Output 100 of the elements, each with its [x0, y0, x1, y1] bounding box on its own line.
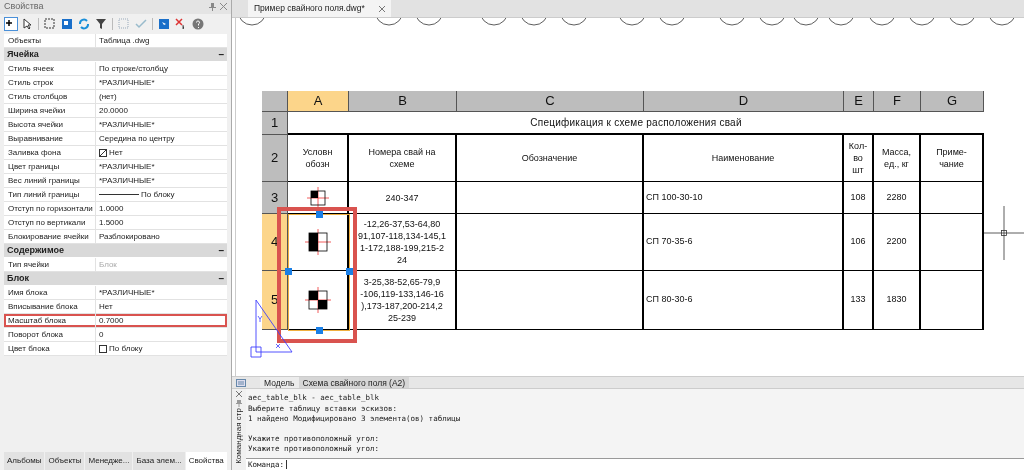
property-label: Выравнивание	[8, 132, 64, 145]
collapse-toggle[interactable]: –	[218, 49, 224, 60]
column-heading: Масса, ед., кг	[881, 146, 912, 170]
property-label: Стиль ячеек	[8, 62, 54, 75]
column-heading: Номера свай на схеме	[368, 146, 436, 170]
color-swatch	[99, 344, 107, 353]
refresh-icon[interactable]	[78, 18, 90, 30]
layout-tab[interactable]: Схема свайного поля (A2)	[298, 377, 410, 388]
panel-tab[interactable]: Свойства	[185, 452, 227, 470]
property-value[interactable]: 1.5000	[99, 216, 124, 229]
property-value[interactable]: 20.0000	[99, 104, 128, 117]
property-value[interactable]: 1.0000	[99, 202, 124, 215]
pin-icon[interactable]	[209, 3, 216, 11]
property-label: Вес линий границы	[8, 174, 80, 187]
property-value[interactable]: 0.7000	[99, 314, 124, 327]
document-tab[interactable]: Пример свайного поля.dwg*	[248, 0, 391, 17]
property-label: Заливка фона	[8, 146, 61, 159]
check-icon[interactable]	[135, 18, 147, 30]
pile-symbol-icon	[304, 229, 331, 255]
table-corner[interactable]	[262, 91, 288, 112]
panel-tab[interactable]: Менедже...	[85, 452, 133, 470]
column-header[interactable]: F	[874, 91, 921, 112]
property-label: Вписывание блока	[8, 300, 78, 313]
property-value[interactable]: *РАЗЛИЧНЫЕ*	[99, 118, 155, 131]
pile-symbol-icon	[304, 287, 331, 313]
property-value[interactable]: Нет	[99, 300, 113, 313]
grip-handle[interactable]	[285, 268, 292, 275]
close-icon[interactable]	[220, 3, 227, 10]
deselect-icon[interactable]	[175, 18, 187, 30]
section-header: Содержимое	[7, 243, 64, 257]
property-label: Цвет границы	[8, 160, 60, 173]
pile-count: 106	[850, 235, 866, 249]
column-header[interactable]: C	[457, 91, 644, 112]
property-label: Высота ячейки	[8, 118, 64, 131]
property-label: Отступ по вертикали	[8, 216, 86, 229]
property-value[interactable]: 0	[99, 328, 104, 341]
column-heading: Обозначение	[521, 152, 578, 164]
collapse-toggle[interactable]: –	[218, 245, 224, 256]
panel-tab[interactable]: Объекты	[45, 452, 85, 470]
close-icon[interactable]	[236, 391, 242, 397]
property-value[interactable]: *РАЗЛИЧНЫЕ*	[99, 160, 155, 173]
pin-icon[interactable]	[236, 400, 242, 407]
panel-tab[interactable]: Альбомы	[4, 452, 45, 470]
document-title: Пример свайного поля.dwg*	[254, 2, 365, 15]
section-header: Ячейка	[7, 47, 39, 61]
add-selection-icon[interactable]	[4, 17, 18, 31]
pile-numbers: 3-25,38-52,65-79,9 -106,119-133,146-16 ),173-187,200-214,2 25-239	[360, 276, 444, 324]
pile-name: СП 80-30-6	[646, 293, 693, 307]
no-fill-icon	[99, 148, 107, 157]
filter-icon[interactable]	[95, 18, 107, 30]
select-icon[interactable]	[44, 18, 56, 30]
property-value[interactable]: По блоку	[141, 188, 175, 201]
property-label: Ширина ячейки	[8, 104, 66, 117]
crosshair-cursor	[984, 206, 1024, 260]
pile-name: СП 100-30-10	[646, 190, 703, 204]
help-icon[interactable]	[192, 18, 204, 30]
pile-numbers: 240-347	[385, 191, 419, 204]
layout-tab[interactable]: Модель	[260, 377, 299, 388]
property-label: Стиль столбцов	[8, 90, 68, 103]
panel-tab[interactable]: База элем...	[133, 452, 185, 470]
table-title: Спецификация к схеме расположения свай	[288, 112, 984, 135]
property-value[interactable]: *РАЗЛИЧНЫЕ*	[99, 286, 155, 299]
grip-handle[interactable]	[346, 268, 353, 275]
property-label: Цвет блока	[8, 342, 50, 355]
property-label: Тип линий границы	[8, 188, 80, 201]
property-value[interactable]: Нет	[109, 146, 123, 159]
property-value[interactable]: По строке/столбцу	[99, 62, 168, 75]
property-value[interactable]: Середина по центру	[99, 132, 175, 145]
collapse-toggle[interactable]: –	[218, 273, 224, 284]
selection-mode-icon[interactable]	[158, 18, 170, 30]
pile-mass: 2200	[886, 235, 907, 249]
cursor-icon[interactable]	[23, 18, 33, 30]
property-label: Стиль строк	[8, 76, 54, 89]
column-header[interactable]: B	[349, 91, 457, 112]
grip-handle[interactable]	[316, 211, 323, 218]
panel-title: Свойства	[4, 0, 44, 14]
pile-numbers: -12,26-37,53-64,80 91,107-118,134-145,1 1-172,188-199,215-2 24	[358, 218, 446, 266]
column-header[interactable]: G	[921, 91, 984, 112]
column-header[interactable]: E	[844, 91, 874, 112]
column-header[interactable]: A	[288, 91, 349, 112]
line-sample	[99, 194, 139, 195]
property-value[interactable]: *РАЗЛИЧНЫЕ*	[99, 76, 155, 89]
row-header[interactable]: 1	[262, 112, 288, 135]
property-value[interactable]: *РАЗЛИЧНЫЕ*	[99, 174, 155, 187]
pile-mass: 2280	[886, 190, 907, 204]
pile-count: 133	[850, 293, 866, 307]
column-heading: Условн обозн	[302, 146, 333, 170]
property-value[interactable]: Таблица .dwg	[99, 34, 150, 47]
grip-handle[interactable]	[316, 327, 323, 334]
property-value[interactable]: По блоку	[109, 342, 143, 355]
close-icon[interactable]	[378, 5, 385, 12]
quick-select-icon[interactable]	[61, 18, 73, 30]
property-label: Имя блока	[8, 286, 48, 299]
property-value[interactable]: (нет)	[99, 90, 117, 103]
row-header[interactable]: 2	[262, 135, 288, 182]
row-header[interactable]: 3	[262, 182, 288, 214]
column-header[interactable]: D	[644, 91, 844, 112]
layout-menu-icon[interactable]	[236, 378, 246, 387]
property-value[interactable]: Разблокировано	[99, 230, 160, 243]
section-header: Блок	[7, 271, 30, 285]
